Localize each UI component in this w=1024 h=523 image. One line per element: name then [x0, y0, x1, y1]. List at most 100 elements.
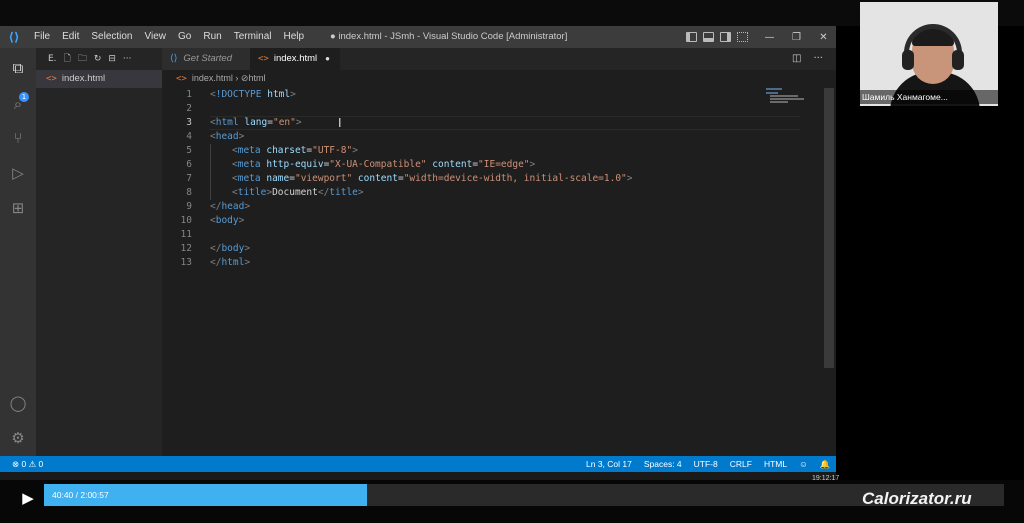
- code-line[interactable]: 3 <html lang="en">: [162, 116, 802, 130]
- menu-selection[interactable]: Selection: [85, 26, 138, 48]
- language-mode[interactable]: HTML: [764, 456, 787, 472]
- indentation[interactable]: Spaces: 4: [644, 456, 682, 472]
- code-line[interactable]: 1 <!DOCTYPE html>: [162, 88, 802, 102]
- tab-index-html[interactable]: <> index.html ●: [250, 48, 340, 70]
- editor-actions: ◫ ···: [792, 48, 823, 70]
- run-debug-icon[interactable]: ▷: [8, 163, 28, 183]
- editor-tabs: ⟨⟩ Get Started <> index.html ● ◫ ···: [162, 48, 836, 70]
- minimap-line: [766, 88, 782, 90]
- extensions-icon[interactable]: ⊞: [8, 198, 28, 218]
- layout-controls: [686, 26, 748, 48]
- play-icon[interactable]: ▶: [14, 484, 42, 512]
- code-line[interactable]: 11: [162, 228, 802, 242]
- code-text: </html>: [210, 257, 251, 268]
- minimap-line: [770, 95, 798, 97]
- video-progress-track[interactable]: 40:40 / 2:00:57 19:12:17: [44, 475, 1004, 506]
- code-line[interactable]: 6 <meta http-equiv="X-UA-Compatible" cont…: [162, 158, 802, 172]
- code-line[interactable]: 8 <title>Document</title>: [162, 186, 802, 200]
- tab-label: index.html: [273, 53, 318, 64]
- line-number: 2: [186, 103, 192, 114]
- code-line[interactable]: 10 <body>: [162, 214, 802, 228]
- headphone-right-cup: [952, 50, 964, 70]
- menu-file[interactable]: File: [28, 26, 56, 48]
- menu-terminal[interactable]: Terminal: [228, 26, 278, 48]
- new-folder-icon[interactable]: 🗀: [78, 51, 87, 67]
- split-editor-icon[interactable]: ◫: [792, 48, 801, 70]
- search-icon[interactable]: ⌕: [8, 94, 28, 114]
- activity-bar: ⧉ 1 ⌕ ⑂ ▷ ⊞ ◯ ⚙: [0, 48, 36, 456]
- headphone-left-cup: [902, 50, 914, 70]
- cursor-position[interactable]: Ln 3, Col 17: [586, 456, 632, 472]
- code-view[interactable]: 1 <!DOCTYPE html> 2 3 <html lang="en"> 4 <head…: [162, 88, 802, 270]
- line-number: 3: [186, 117, 192, 128]
- minimize-icon[interactable]: —: [756, 32, 783, 43]
- explorer-sidebar: E. 🗋 🗀 ↻ ⊟ ··· <> index.html: [36, 48, 162, 456]
- explorer-file-row[interactable]: <> index.html: [36, 70, 162, 88]
- toggle-secondary-sidebar-icon[interactable]: [720, 32, 731, 42]
- refresh-icon[interactable]: ↻: [94, 54, 102, 64]
- code-text: <body>: [210, 215, 245, 226]
- line-number: 10: [180, 215, 192, 226]
- more-actions-icon[interactable]: ···: [813, 48, 823, 70]
- code-line[interactable]: 7 <meta name="viewport" content="width=de…: [162, 172, 802, 186]
- vertical-scrollbar[interactable]: [824, 88, 834, 368]
- close-icon[interactable]: ✕: [810, 32, 836, 43]
- html-file-icon: <>: [46, 74, 57, 84]
- code-text: <meta http-equiv="X-UA-Compatible" conte…: [210, 158, 535, 172]
- code-line[interactable]: 5 <meta charset="UTF-8">: [162, 144, 802, 158]
- line-number: 5: [186, 145, 192, 156]
- vscode-window: ⟨⟩ File Edit Selection View Go Run Termi…: [0, 26, 836, 472]
- tab-get-started[interactable]: ⟨⟩ Get Started: [162, 48, 250, 70]
- video-time: 40:40 / 2:00:57: [52, 490, 109, 500]
- feedback-icon[interactable]: ☺: [799, 456, 808, 472]
- menu-go[interactable]: Go: [172, 26, 197, 48]
- toggle-sidebar-icon[interactable]: [686, 32, 697, 42]
- breadcrumb: <> index.html › ⊘html: [162, 70, 836, 86]
- code-text: <meta name="viewport" content="width=dev…: [210, 172, 633, 186]
- toggle-panel-icon[interactable]: [703, 32, 714, 42]
- html-file-icon: <>: [258, 54, 269, 64]
- encoding[interactable]: UTF-8: [694, 456, 718, 472]
- files-icon[interactable]: ⧉: [8, 58, 28, 78]
- code-text: </head>: [210, 201, 251, 212]
- editor-area: ⟨⟩ Get Started <> index.html ● ◫ ··· <> inde…: [162, 48, 836, 456]
- account-icon[interactable]: ◯: [8, 393, 28, 413]
- notifications-bell-icon[interactable]: 🔔: [820, 456, 831, 472]
- source-control-icon[interactable]: ⑂: [8, 128, 28, 148]
- tab-label: Get Started: [183, 53, 233, 64]
- code-line[interactable]: 12 </body>: [162, 242, 802, 256]
- vscode-tab-icon: ⟨⟩: [170, 53, 178, 64]
- code-line[interactable]: 9 </head>: [162, 200, 802, 214]
- unsaved-dot-icon[interactable]: ●: [325, 54, 330, 63]
- new-file-icon[interactable]: 🗋: [64, 51, 71, 67]
- system-clock: 19:12:17: [812, 475, 840, 482]
- webcam-participant-name: Шамиль Ханмагоме...: [860, 90, 998, 104]
- problems-indicator[interactable]: ⊗ 0 ⚠ 0: [12, 456, 43, 472]
- restore-icon[interactable]: ❐: [783, 32, 810, 43]
- code-text: <meta charset="UTF-8">: [210, 144, 358, 158]
- code-text: <title>Document</title>: [210, 186, 364, 200]
- title-bar: ⟨⟩ File Edit Selection View Go Run Termi…: [0, 26, 836, 48]
- line-number: 12: [180, 243, 192, 254]
- menu-run[interactable]: Run: [197, 26, 227, 48]
- settings-gear-icon[interactable]: ⚙: [8, 428, 28, 448]
- code-line[interactable]: 2: [162, 102, 802, 116]
- code-text: <!DOCTYPE html>: [210, 89, 296, 100]
- minimap[interactable]: [766, 88, 826, 108]
- menu-edit[interactable]: Edit: [56, 26, 85, 48]
- line-number: 9: [186, 201, 192, 212]
- end-of-line[interactable]: CRLF: [730, 456, 752, 472]
- minimap-line: [766, 92, 778, 94]
- customize-layout-icon[interactable]: [737, 32, 748, 42]
- more-actions-icon[interactable]: ···: [123, 54, 132, 64]
- menu-help[interactable]: Help: [278, 26, 311, 48]
- code-line[interactable]: 4 <head>: [162, 130, 802, 144]
- status-bar: ⊗ 0 ⚠ 0 Ln 3, Col 17 Spaces: 4 UTF-8 CRL…: [0, 456, 836, 472]
- code-line[interactable]: 13 </html>: [162, 256, 802, 270]
- collapse-all-icon[interactable]: ⊟: [108, 54, 116, 64]
- line-number: 11: [180, 229, 192, 240]
- breadcrumb-element[interactable]: html: [248, 73, 265, 83]
- menu-view[interactable]: View: [139, 26, 173, 48]
- line-number: 13: [180, 257, 192, 268]
- breadcrumb-file[interactable]: index.html: [192, 73, 233, 83]
